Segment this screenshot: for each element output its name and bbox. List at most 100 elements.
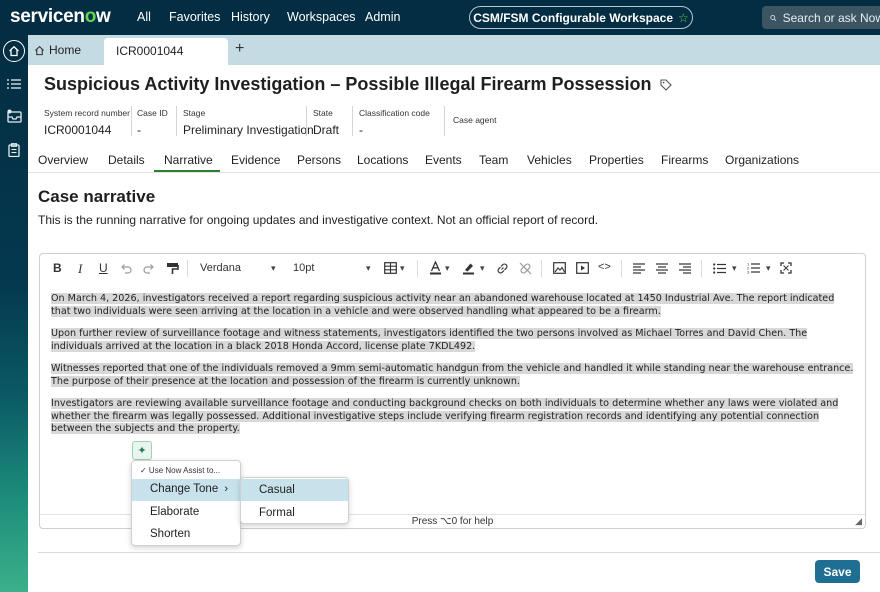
sparkle-icon: ✦ (137, 445, 147, 457)
font-family-select[interactable]: Verdana (200, 262, 241, 274)
rail-home[interactable] (0, 40, 28, 62)
font-family-value: Verdana (200, 262, 241, 274)
divider (131, 106, 132, 136)
align-left-icon[interactable] (633, 263, 645, 274)
highlight-color-icon[interactable] (462, 261, 475, 275)
global-search-input[interactable]: Search or ask Now (762, 6, 880, 29)
bold-button[interactable]: B (53, 261, 62, 275)
section-title: Case narrative (38, 187, 156, 206)
tab-properties[interactable]: Properties (589, 153, 644, 167)
footer-divider (38, 552, 880, 553)
tab-record[interactable]: ICR0001044 (104, 38, 228, 65)
chevron-down-icon[interactable]: ▾ (400, 263, 405, 274)
rail-clipboard[interactable] (0, 143, 28, 157)
resize-handle-icon[interactable]: ◢ (855, 514, 862, 528)
now-assist-button[interactable]: ✦ (132, 441, 152, 460)
logo-text-o: o (84, 6, 97, 27)
nav-link-workspaces[interactable]: Workspaces (287, 10, 356, 24)
rail-list[interactable] (0, 78, 28, 90)
menu-item-elaborate[interactable]: Elaborate (132, 502, 240, 524)
tab-persons[interactable]: Persons (297, 153, 341, 167)
narrative-paragraph: Investigators are reviewing available su… (51, 398, 856, 436)
tab-evidence[interactable]: Evidence (231, 153, 280, 167)
menu-item-shorten[interactable]: Shorten (132, 524, 240, 546)
redo-icon[interactable] (143, 263, 155, 274)
font-size-select[interactable]: 10pt (293, 262, 314, 274)
chevron-down-icon[interactable]: ▾ (271, 263, 276, 274)
top-navigation-bar: servicenow All Favorites History Workspa… (0, 0, 880, 35)
bullet-list-icon[interactable] (713, 263, 726, 274)
tag-icon[interactable] (659, 78, 672, 91)
save-button[interactable]: Save (815, 560, 860, 583)
rail-inbox[interactable] (0, 109, 28, 123)
submenu-item-formal[interactable]: Formal (241, 502, 348, 524)
table-icon[interactable] (384, 262, 397, 274)
record-title-text: Suspicious Activity Investigation – Poss… (44, 74, 652, 94)
fullscreen-icon[interactable] (780, 262, 792, 274)
tab-details[interactable]: Details (108, 153, 145, 167)
code-view-icon[interactable]: <> (598, 261, 611, 273)
chevron-down-icon[interactable]: ▾ (366, 263, 371, 274)
field-system-record-number: System record number ICR0001044 (44, 108, 130, 137)
chevron-down-icon[interactable]: ▾ (445, 263, 450, 274)
undo-icon[interactable] (120, 263, 132, 274)
star-icon[interactable]: ☆ (678, 11, 689, 25)
field-label: System record number (44, 108, 130, 118)
chevron-right-icon: › (224, 483, 228, 495)
link-icon[interactable] (496, 262, 509, 275)
now-assist-menu: ✓ Use Now Assist to... Change Tone › Ela… (131, 460, 241, 546)
divider (176, 106, 177, 136)
image-icon[interactable] (553, 262, 566, 274)
nav-link-admin[interactable]: Admin (365, 10, 400, 24)
nav-link-favorites[interactable]: Favorites (169, 10, 220, 24)
workspace-selector[interactable]: CSM/FSM Configurable Workspace ☆ (469, 6, 693, 29)
field-label: Case agent (453, 115, 497, 125)
field-classification-code: Classification code - (359, 108, 430, 137)
chevron-down-icon[interactable]: ▾ (480, 263, 485, 274)
chevron-down-icon[interactable]: ▾ (732, 263, 737, 274)
tab-organizations[interactable]: Organizations (725, 153, 799, 167)
field-label: Stage (183, 108, 206, 118)
field-value: ICR0001044 (44, 123, 112, 137)
divider (444, 106, 445, 136)
toolbar-divider (621, 260, 622, 277)
servicenow-logo[interactable]: servicenow (10, 6, 111, 28)
submenu-item-label: Casual (259, 484, 295, 496)
tab-vehicles[interactable]: Vehicles (527, 153, 572, 167)
workspace-tab-strip: Home ICR0001044 + (28, 35, 880, 65)
video-icon[interactable] (576, 262, 589, 274)
editor-content[interactable]: On March 4, 2026, investigators received… (51, 293, 856, 446)
chevron-down-icon[interactable]: ▾ (766, 263, 771, 274)
logo-text-suffix: w (96, 6, 111, 27)
tab-firearms[interactable]: Firearms (661, 153, 708, 167)
tab-narrative[interactable]: Narrative (164, 153, 213, 167)
tab-home[interactable]: Home (34, 43, 81, 57)
align-right-icon[interactable] (679, 263, 691, 274)
tab-events[interactable]: Events (425, 153, 462, 167)
field-value: Draft (313, 123, 340, 137)
format-painter-icon[interactable] (166, 262, 179, 275)
add-tab-button[interactable]: + (235, 40, 244, 58)
paragraph-text: Upon further review of surveillance foot… (51, 328, 808, 352)
tab-overview[interactable]: Overview (38, 153, 88, 167)
italic-button[interactable]: I (78, 261, 82, 277)
toolbar-divider (541, 260, 542, 277)
workspace-label: CSM/FSM Configurable Workspace (473, 10, 674, 25)
tab-locations[interactable]: Locations (357, 153, 408, 167)
menu-item-label: Change Tone (150, 483, 219, 495)
menu-item-label: Elaborate (150, 506, 200, 518)
menu-header: ✓ Use Now Assist to... (140, 466, 221, 475)
help-hint: Press ⌥0 for help (411, 516, 494, 527)
nav-link-history[interactable]: History (231, 10, 270, 24)
toolbar-divider (417, 260, 418, 277)
align-center-icon[interactable] (656, 263, 668, 274)
nav-link-all[interactable]: All (137, 10, 151, 24)
underline-button[interactable]: U (99, 261, 108, 275)
submenu-item-casual[interactable]: Casual (241, 479, 348, 501)
home-icon (34, 45, 45, 55)
menu-item-change-tone[interactable]: Change Tone › (132, 479, 240, 501)
text-color-icon[interactable] (429, 261, 442, 275)
numbered-list-icon[interactable]: 123 (747, 262, 760, 274)
tab-team[interactable]: Team (479, 153, 508, 167)
unlink-icon[interactable] (519, 262, 532, 275)
